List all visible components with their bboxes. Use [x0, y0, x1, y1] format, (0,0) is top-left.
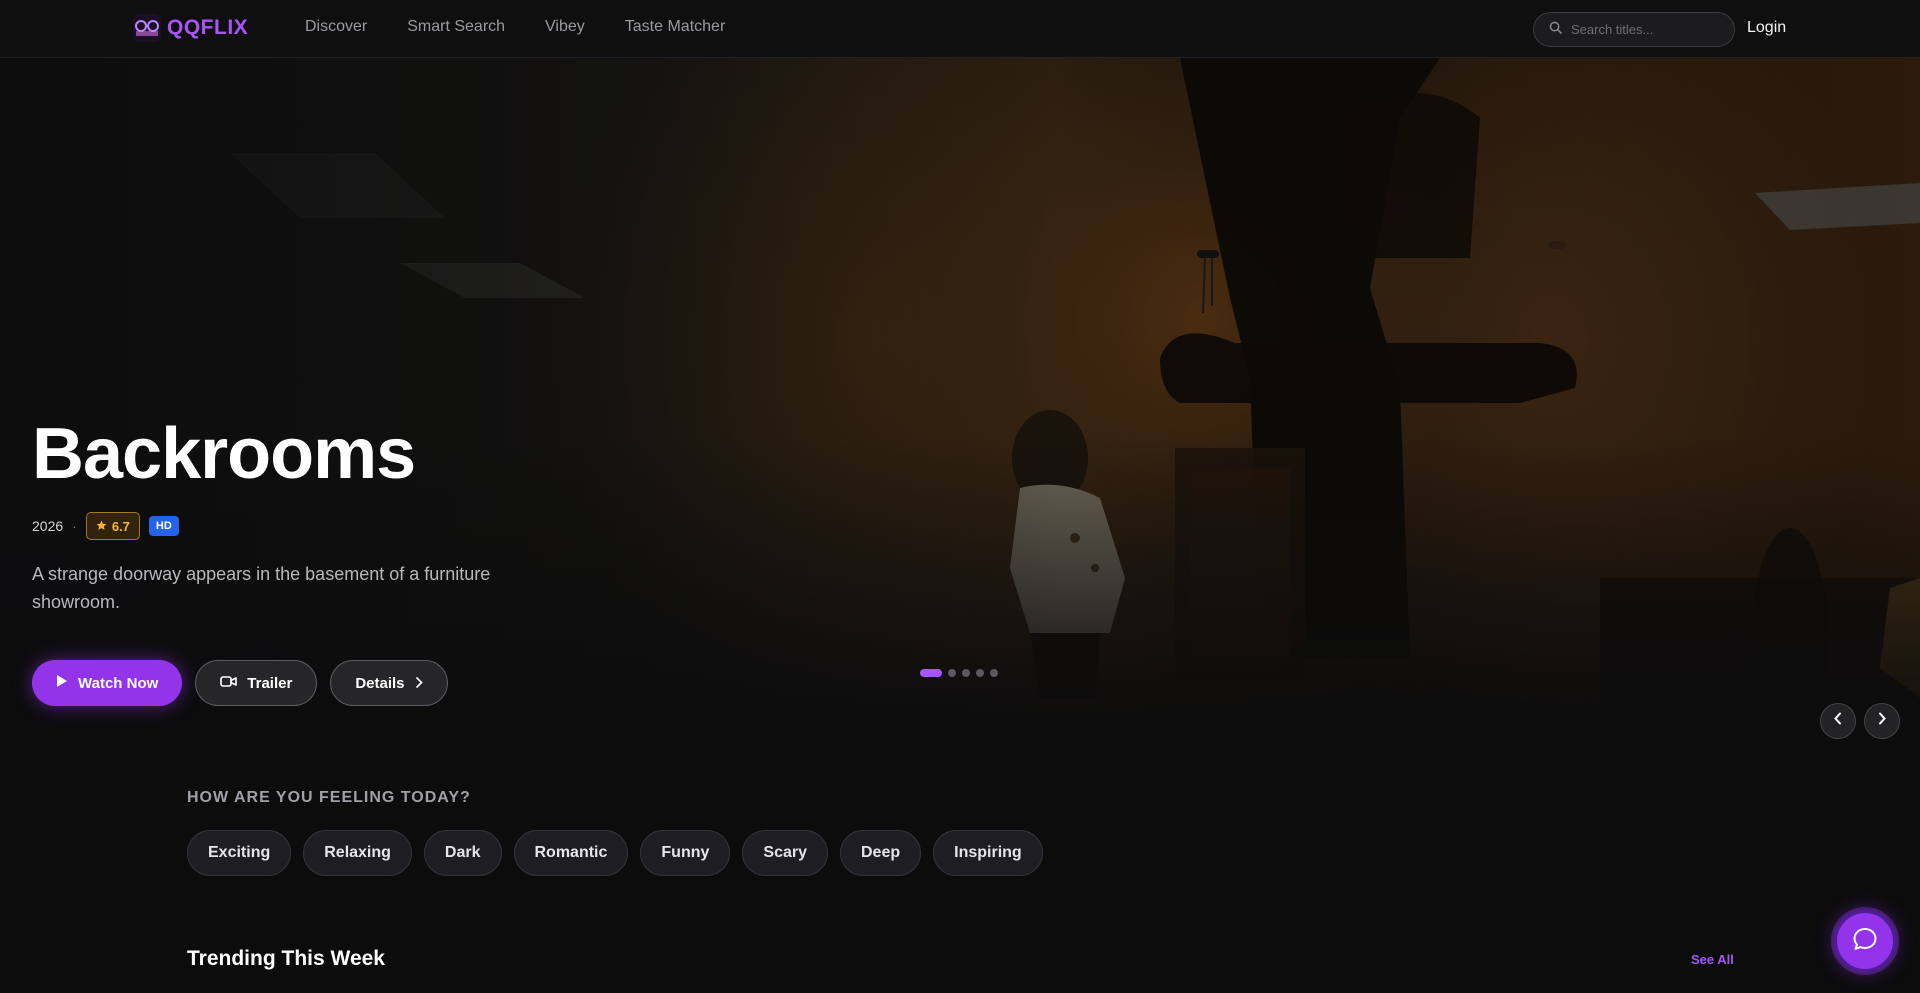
carousel-next-button[interactable]	[1864, 703, 1900, 739]
nav-discover[interactable]: Discover	[305, 18, 367, 36]
details-button[interactable]: Details	[330, 660, 448, 706]
hero-actions: Watch Now Trailer Details	[32, 660, 552, 706]
watch-now-button[interactable]: Watch Now	[32, 660, 183, 706]
chat-button[interactable]	[1834, 910, 1896, 972]
trailer-button[interactable]: Trailer	[195, 660, 318, 706]
chevron-right-icon	[1877, 712, 1887, 730]
top-navigation: QQFLIX Discover Smart Search Vibey Taste…	[0, 0, 1920, 58]
rating-badge: 6.7	[85, 512, 140, 540]
hero-content: Backrooms 2026 · 6.7 HD A strange doorwa…	[32, 418, 552, 706]
carousel-dot[interactable]	[920, 669, 942, 677]
main-nav: Discover Smart Search Vibey Taste Matche…	[305, 18, 725, 36]
search-box	[1533, 12, 1735, 47]
mood-chip-scary[interactable]: Scary	[742, 830, 828, 876]
hero-title: Backrooms	[32, 414, 416, 494]
watch-now-label: Watch Now	[78, 674, 159, 692]
star-icon	[96, 519, 107, 534]
chat-bubble-icon	[1852, 926, 1878, 957]
carousel-dot[interactable]	[976, 669, 984, 677]
see-all-link[interactable]: See All	[1691, 952, 1734, 967]
nav-vibey[interactable]: Vibey	[545, 18, 585, 36]
search-input[interactable]	[1571, 22, 1721, 37]
trending-title: Trending This Week	[187, 947, 385, 970]
video-camera-icon	[220, 675, 238, 692]
mood-chip-deep[interactable]: Deep	[840, 830, 922, 876]
search-icon	[1549, 21, 1562, 39]
mood-chip-dark[interactable]: Dark	[423, 830, 502, 876]
logo-icon	[133, 14, 161, 42]
carousel-dot[interactable]	[948, 669, 956, 677]
release-year: 2026	[32, 518, 64, 534]
mood-chip-inspiring[interactable]: Inspiring	[933, 830, 1043, 876]
mood-chip-romantic[interactable]: Romantic	[513, 830, 629, 876]
mood-chip-list: Exciting Relaxing Dark Romantic Funny Sc…	[187, 830, 1043, 876]
mood-chip-relaxing[interactable]: Relaxing	[303, 830, 412, 876]
carousel-indicators	[920, 669, 998, 677]
play-icon	[56, 674, 68, 692]
trailer-label: Trailer	[247, 674, 293, 692]
mood-chip-funny[interactable]: Funny	[640, 830, 731, 876]
hero-description: A strange doorway appears in the basemen…	[32, 564, 491, 612]
nav-taste-matcher[interactable]: Taste Matcher	[625, 18, 725, 36]
brand-logo[interactable]: QQFLIX	[133, 13, 248, 43]
quality-badge: HD	[148, 516, 179, 536]
details-label: Details	[355, 674, 405, 692]
mood-heading: HOW ARE YOU FEELING TODAY?	[187, 789, 471, 806]
login-button[interactable]: Login	[1747, 19, 1786, 37]
nav-smart-search[interactable]: Smart Search	[407, 18, 505, 36]
hero-banner: Backrooms 2026 · 6.7 HD A strange doorwa…	[0, 58, 1920, 743]
rating-value: 6.7	[111, 518, 130, 534]
carousel-dot[interactable]	[990, 669, 998, 677]
brand-name: QQFLIX	[167, 16, 249, 39]
chevron-right-icon	[415, 675, 423, 692]
carousel-prev-button[interactable]	[1820, 703, 1856, 739]
chevron-left-icon	[1833, 712, 1843, 730]
hero-meta: 2026 · 6.7 HD	[32, 512, 552, 540]
mood-chip-exciting[interactable]: Exciting	[187, 830, 292, 876]
carousel-dot[interactable]	[962, 669, 970, 677]
